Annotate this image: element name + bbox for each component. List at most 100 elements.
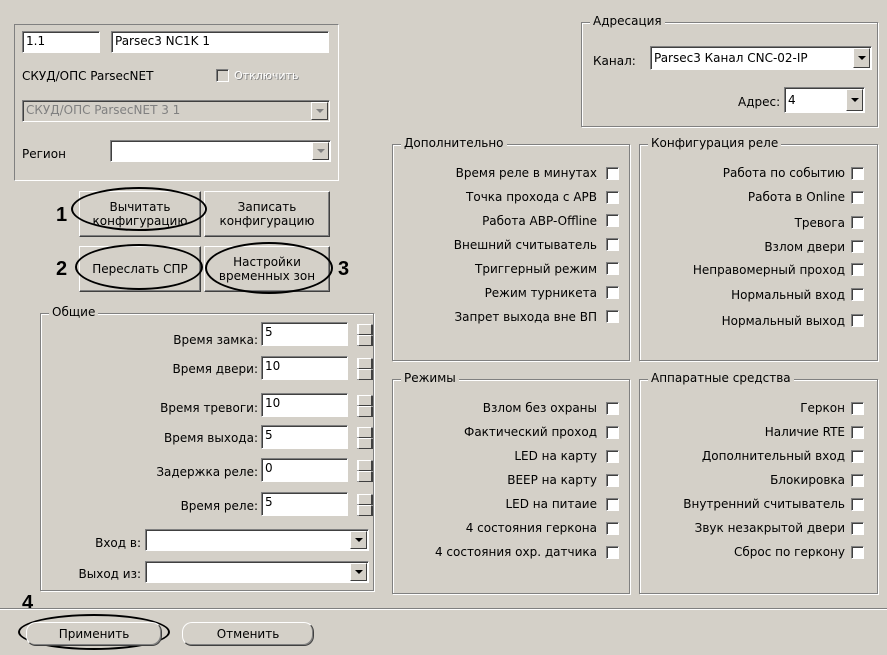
- spin-down-icon[interactable]: [357, 406, 373, 417]
- chevron-down-icon[interactable]: [350, 563, 367, 581]
- relay-item-2-label: Тревога: [794, 216, 845, 230]
- exit-time-spinner[interactable]: [357, 427, 373, 449]
- spin-down-icon[interactable]: [357, 438, 373, 449]
- spin-down-icon[interactable]: [357, 369, 373, 380]
- hardware-item-5-checkbox[interactable]: [851, 522, 864, 535]
- relay-item-1-checkbox[interactable]: [851, 191, 864, 204]
- spin-up-icon[interactable]: [357, 427, 373, 438]
- additional-item-2-checkbox[interactable]: [606, 214, 619, 227]
- hardware-item-5-label: Звук незакрытой двери: [694, 521, 845, 535]
- chevron-down-icon[interactable]: [311, 102, 328, 120]
- additional-item-6-label: Запрет выхода вне ВП: [454, 310, 597, 324]
- alarm-time-value: 10: [265, 396, 281, 410]
- lock-time-spinner[interactable]: [357, 324, 373, 346]
- door-time-input[interactable]: 10: [261, 356, 348, 380]
- additional-item-3-checkbox[interactable]: [606, 238, 619, 251]
- channel-select[interactable]: Parsec3 Канал CNC-02-IP: [650, 46, 872, 70]
- relay-item-5-label: Нормальный вход: [731, 288, 845, 302]
- hardware-item-1-checkbox[interactable]: [851, 426, 864, 439]
- chevron-down-icon[interactable]: [350, 531, 367, 549]
- write-config-label: Записать конфигурацию: [219, 200, 315, 228]
- chevron-down-icon[interactable]: [853, 48, 870, 68]
- additional-item-2-label: Работа ABP-Offline: [482, 214, 597, 228]
- hardware-item-3-checkbox[interactable]: [851, 474, 864, 487]
- relay-time-spinner[interactable]: [357, 494, 373, 516]
- alarm-time-input[interactable]: 10: [261, 393, 348, 417]
- output-label: Выход из:: [78, 567, 141, 581]
- parent-system-select[interactable]: СКУД/ОПС ParsecNET 3 1: [22, 100, 330, 122]
- disable-checkbox[interactable]: [216, 69, 229, 82]
- modes-item-4-checkbox[interactable]: [606, 498, 619, 511]
- relay-delay-input[interactable]: 0: [261, 458, 348, 482]
- spin-down-icon[interactable]: [357, 471, 373, 482]
- highlight-oval-3: [205, 242, 333, 294]
- address-select[interactable]: 4: [784, 87, 865, 113]
- annotation-number-2: 2: [56, 258, 68, 280]
- relay-item-0-checkbox[interactable]: [851, 167, 864, 180]
- spin-up-icon[interactable]: [357, 494, 373, 505]
- chevron-down-icon[interactable]: [846, 89, 863, 111]
- additional-item-0-checkbox[interactable]: [606, 167, 619, 180]
- modes-item-1-checkbox[interactable]: [606, 426, 619, 439]
- address-value: 4: [788, 93, 796, 107]
- relay-item-6-checkbox[interactable]: [851, 314, 864, 327]
- door-time-label: Время двери:: [172, 362, 258, 376]
- additional-item-4-checkbox[interactable]: [606, 262, 619, 275]
- door-time-spinner[interactable]: [357, 358, 373, 380]
- highlight-oval-1: [71, 187, 207, 231]
- exit-time-input[interactable]: 5: [261, 425, 348, 449]
- output-select[interactable]: [145, 561, 369, 583]
- channel-value: Parsec3 Канал CNC-02-IP: [654, 51, 808, 65]
- relay-group-title: Конфигурация реле: [648, 136, 782, 150]
- relay-delay-spinner[interactable]: [357, 460, 373, 482]
- modes-item-2-checkbox[interactable]: [606, 450, 619, 463]
- spin-up-icon[interactable]: [357, 358, 373, 369]
- alarm-time-spinner[interactable]: [357, 395, 373, 417]
- annotation-number-4: 4: [22, 592, 34, 614]
- relay-item-3-checkbox[interactable]: [851, 240, 864, 253]
- additional-item-3-label: Внешний считыватель: [453, 238, 597, 252]
- relay-item-2-checkbox[interactable]: [851, 216, 864, 229]
- spin-up-icon[interactable]: [357, 460, 373, 471]
- parent-system-value: СКУД/ОПС ParsecNET 3 1: [26, 103, 181, 117]
- channel-label: Канал:: [593, 54, 636, 68]
- region-label: Регион: [22, 147, 66, 161]
- relay-item-5-checkbox[interactable]: [851, 288, 864, 301]
- region-select[interactable]: [110, 140, 331, 162]
- modes-item-6-checkbox[interactable]: [606, 546, 619, 559]
- spin-up-icon[interactable]: [357, 395, 373, 406]
- device-name-field[interactable]: Parsec3 NC1K 1: [111, 31, 329, 53]
- lock-time-input[interactable]: 5: [261, 322, 348, 346]
- hardware-item-0-checkbox[interactable]: [851, 402, 864, 415]
- additional-item-1-checkbox[interactable]: [606, 191, 619, 204]
- input-select[interactable]: [145, 529, 369, 551]
- additional-item-1-label: Точка прохода с APB: [466, 190, 597, 204]
- relay-item-4-checkbox[interactable]: [851, 263, 864, 276]
- modes-item-3-checkbox[interactable]: [606, 474, 619, 487]
- write-config-button[interactable]: Записать конфигурацию: [204, 191, 330, 237]
- additional-item-6-checkbox[interactable]: [606, 310, 619, 323]
- apply-button[interactable]: Применить: [26, 622, 162, 646]
- modes-item-2-label: LED на карту: [514, 449, 597, 463]
- hardware-item-2-checkbox[interactable]: [851, 450, 864, 463]
- device-number-field[interactable]: 1.1: [22, 31, 100, 53]
- hardware-item-1-label: Наличие RTE: [764, 425, 845, 439]
- relay-time-input[interactable]: 5: [261, 492, 348, 516]
- modes-item-5-checkbox[interactable]: [606, 522, 619, 535]
- relay-item-6-label: Нормальный выход: [721, 314, 845, 328]
- spin-up-icon[interactable]: [357, 324, 373, 335]
- modes-item-0-checkbox[interactable]: [606, 402, 619, 415]
- additional-item-4-label: Триггерный режим: [475, 262, 597, 276]
- spin-down-icon[interactable]: [357, 335, 373, 346]
- chevron-down-icon[interactable]: [312, 142, 329, 160]
- spin-down-icon[interactable]: [357, 505, 373, 516]
- hardware-item-4-label: Внутренний считыватель: [683, 497, 845, 511]
- hardware-item-4-checkbox[interactable]: [851, 498, 864, 511]
- additional-item-5-checkbox[interactable]: [606, 286, 619, 299]
- relay-item-0-label: Работа по событию: [722, 166, 845, 180]
- parent-system-label: СКУД/ОПС ParsecNET: [22, 69, 154, 83]
- modes-group-title: Режимы: [401, 371, 459, 385]
- cancel-button[interactable]: Отменить: [182, 622, 314, 646]
- hardware-item-6-checkbox[interactable]: [851, 546, 864, 559]
- apply-label: Применить: [58, 627, 130, 641]
